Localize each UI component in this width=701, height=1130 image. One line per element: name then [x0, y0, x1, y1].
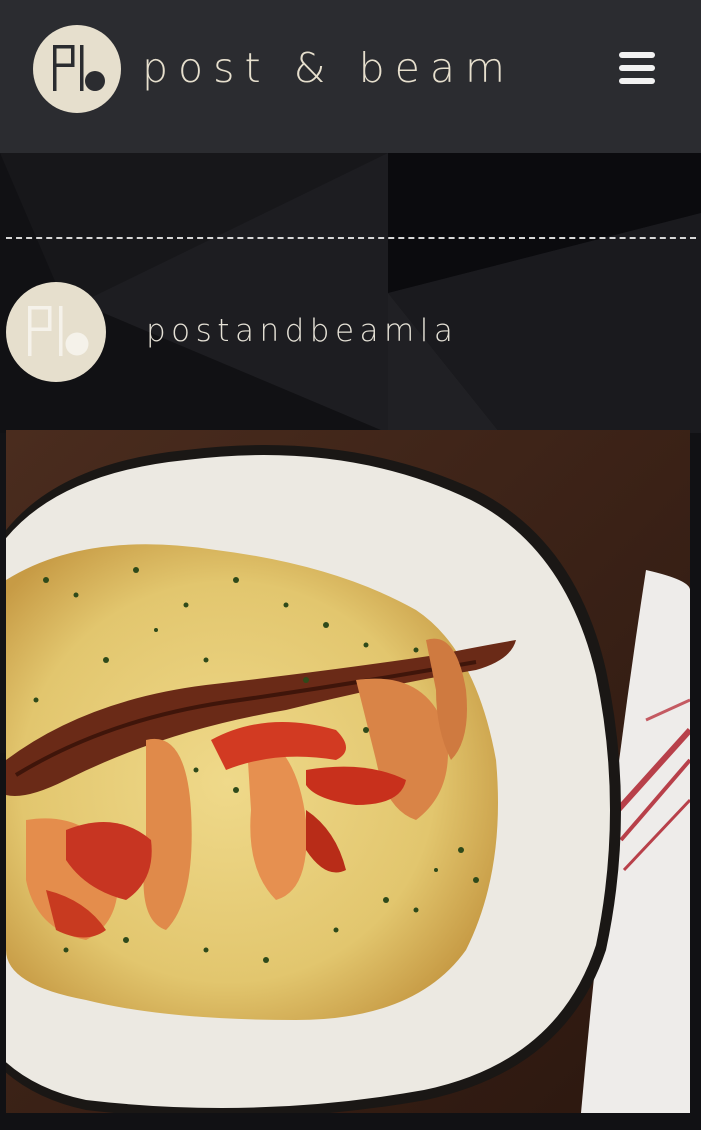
- menu-bar: [619, 52, 655, 58]
- shrimp-and-grits-photo: [6, 430, 690, 1113]
- site-header: post & beam: [0, 0, 701, 153]
- logo[interactable]: [33, 25, 121, 113]
- instagram-post-image[interactable]: [6, 430, 690, 1113]
- section-divider: [6, 237, 696, 239]
- instagram-feed-section: postandbeamla: [0, 153, 701, 1130]
- brand-name[interactable]: post & beam: [142, 40, 515, 96]
- instagram-username[interactable]: postandbeamla: [146, 311, 458, 351]
- pb-logo-icon: [53, 45, 105, 91]
- hamburger-menu-icon[interactable]: [612, 46, 662, 90]
- pb-logo-icon: [28, 306, 89, 356]
- menu-bar: [619, 65, 655, 71]
- menu-bar: [619, 78, 655, 84]
- profile-avatar[interactable]: [6, 282, 106, 382]
